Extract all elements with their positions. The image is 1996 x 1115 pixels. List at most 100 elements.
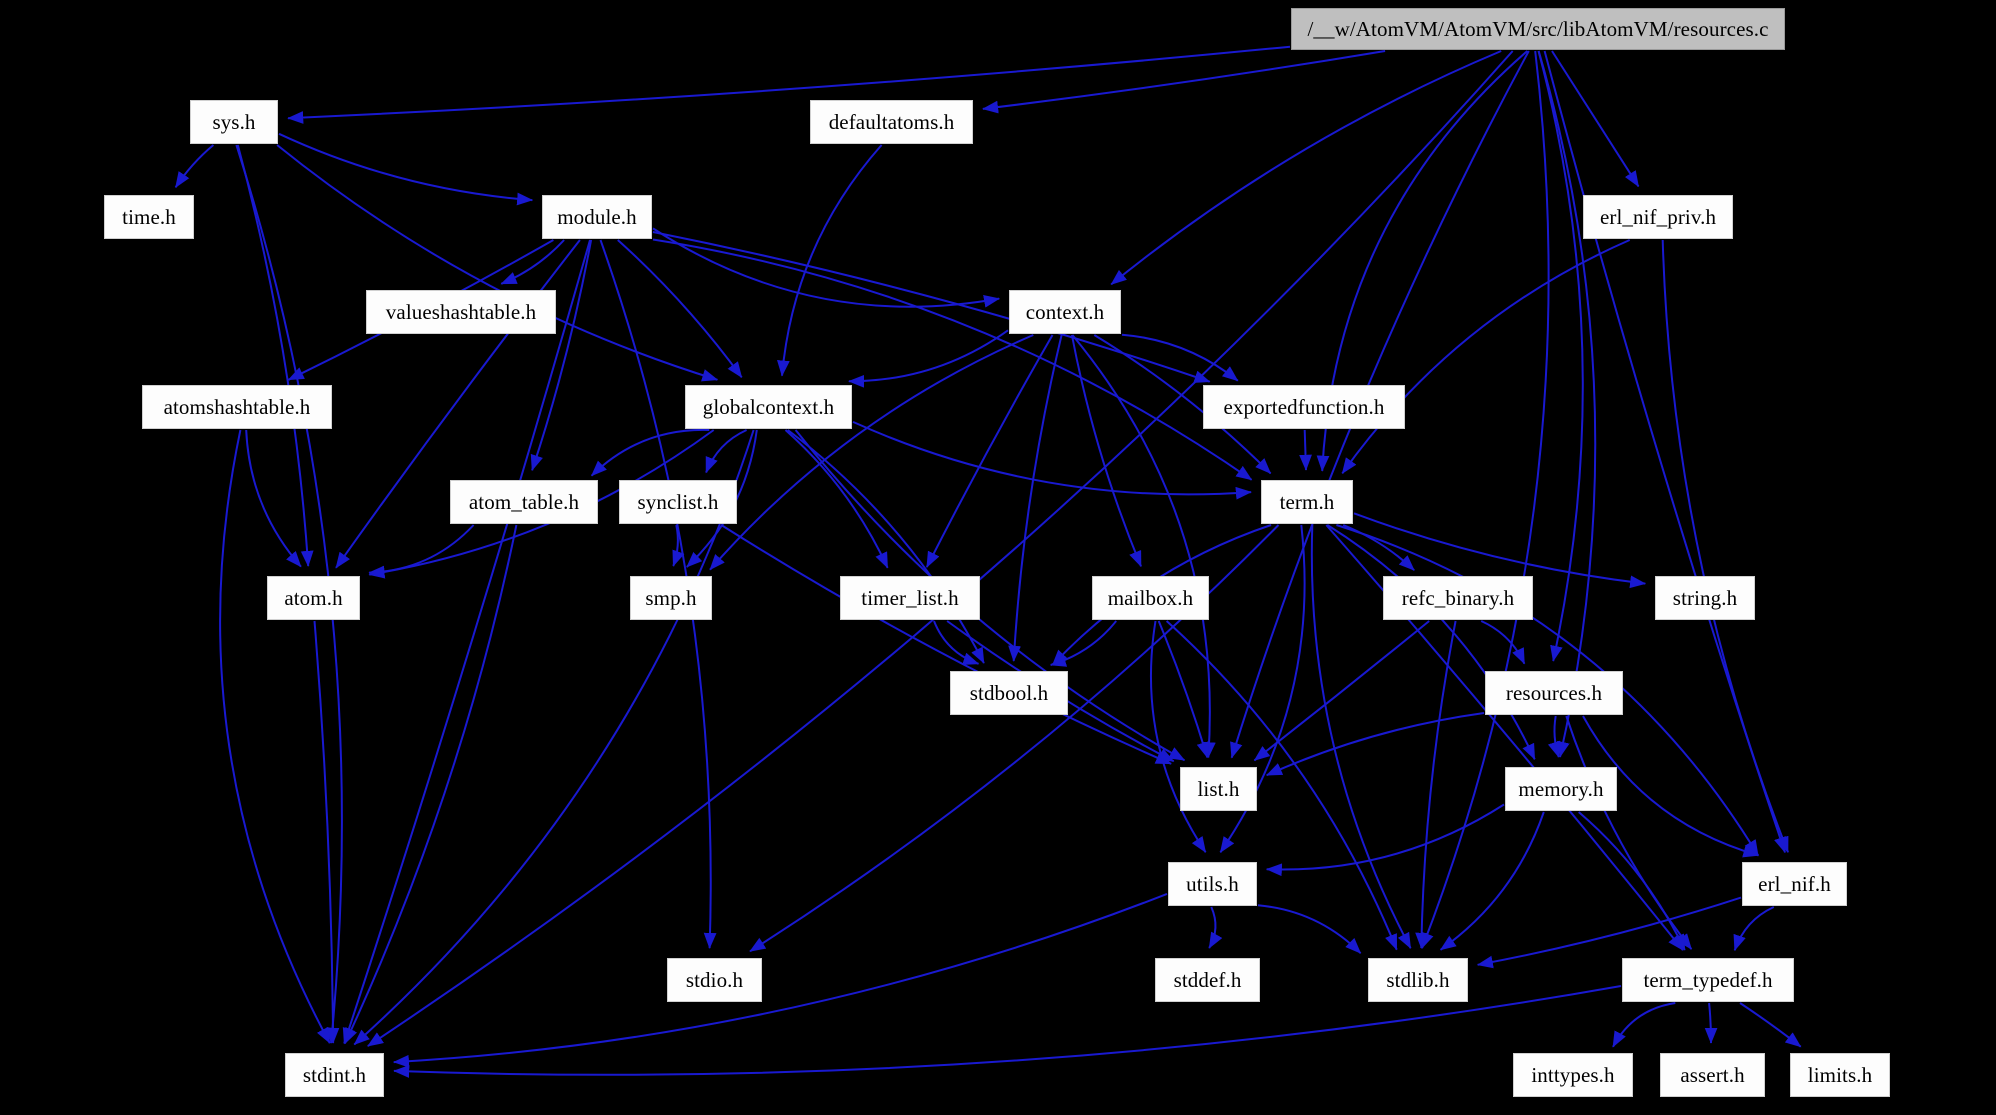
graph-node-time[interactable]: time.h bbox=[104, 195, 194, 239]
include-dependency-graph: /__w/AtomVM/AtomVM/src/libAtomVM/resourc… bbox=[0, 0, 1996, 1115]
graph-node-label: assert.h bbox=[1680, 1062, 1745, 1087]
graph-edge-memory-to-utils bbox=[1265, 803, 1505, 877]
graph-node-label: globalcontext.h bbox=[702, 394, 835, 419]
graph-edge-module-to-term bbox=[652, 238, 1253, 481]
graph-edge-root-to-stdlib bbox=[1421, 50, 1550, 949]
graph-node-label: atom.h bbox=[284, 585, 343, 610]
graph-node-label: string.h bbox=[1672, 585, 1738, 610]
graph-edge-context-to-mailbox bbox=[1070, 334, 1142, 568]
graph-node-label: limits.h bbox=[1807, 1062, 1873, 1087]
graph-edge-atom_table-to-stdint bbox=[343, 524, 518, 1045]
graph-node-label: /__w/AtomVM/AtomVM/src/libAtomVM/resourc… bbox=[1307, 16, 1769, 41]
graph-node-label: defaultatoms.h bbox=[828, 109, 955, 134]
graph-node-label: memory.h bbox=[1518, 776, 1604, 801]
graph-node-label: resources.h bbox=[1505, 680, 1603, 705]
graph-edge-globalcontext-to-atom_table bbox=[590, 428, 710, 477]
graph-edge-globalcontext-to-term bbox=[852, 420, 1252, 500]
graph-node-term_typedef[interactable]: term_typedef.h bbox=[1622, 958, 1794, 1002]
graph-node-string[interactable]: string.h bbox=[1655, 576, 1755, 620]
graph-node-memory[interactable]: memory.h bbox=[1505, 767, 1617, 811]
graph-edge-module-to-globalcontext bbox=[617, 239, 743, 378]
graph-edge-erl_nif-to-term_typedef bbox=[1733, 906, 1775, 952]
graph-node-label: module.h bbox=[557, 204, 637, 229]
graph-node-globalcontext[interactable]: globalcontext.h bbox=[685, 385, 852, 429]
graph-edge-term-to-refc_binary bbox=[1342, 524, 1415, 571]
graph-node-defaultatoms[interactable]: defaultatoms.h bbox=[810, 100, 973, 144]
graph-node-timer_list[interactable]: timer_list.h bbox=[840, 576, 980, 620]
graph-node-stdio[interactable]: stdio.h bbox=[667, 958, 762, 1002]
graph-node-erl_nif[interactable]: erl_nif.h bbox=[1742, 862, 1847, 906]
graph-node-assert[interactable]: assert.h bbox=[1660, 1053, 1765, 1097]
graph-edge-term_typedef-to-assert bbox=[1704, 1002, 1718, 1044]
graph-node-mailbox[interactable]: mailbox.h bbox=[1092, 576, 1209, 620]
graph-edge-resources-to-memory bbox=[1547, 715, 1561, 758]
graph-node-term[interactable]: term.h bbox=[1261, 480, 1353, 524]
graph-edge-atom-to-stdint bbox=[313, 620, 340, 1044]
graph-edge-atom_table-to-atom bbox=[368, 524, 475, 579]
graph-edge-globalcontext-to-stdbool bbox=[787, 429, 985, 664]
graph-node-utils[interactable]: utils.h bbox=[1168, 862, 1257, 906]
graph-node-stdlib[interactable]: stdlib.h bbox=[1368, 958, 1468, 1002]
graph-edge-module-to-exportedfunction bbox=[652, 231, 1211, 383]
graph-node-valueshashtable[interactable]: valueshashtable.h bbox=[366, 290, 556, 334]
graph-node-label: sys.h bbox=[212, 109, 256, 134]
graph-edge-sys-to-module bbox=[278, 132, 534, 206]
graph-edge-sys-to-time bbox=[174, 144, 215, 188]
graph-edge-erl_nif_priv-to-term bbox=[1341, 239, 1631, 474]
graph-node-label: utils.h bbox=[1186, 871, 1239, 896]
graph-node-list[interactable]: list.h bbox=[1180, 767, 1257, 811]
graph-node-resources[interactable]: resources.h bbox=[1485, 671, 1623, 715]
graph-edge-utils-to-stdlib bbox=[1257, 904, 1362, 954]
graph-edge-module-to-valueshashtable bbox=[500, 239, 565, 285]
graph-node-limits[interactable]: limits.h bbox=[1790, 1053, 1890, 1097]
graph-node-label: exportedfunction.h bbox=[1223, 394, 1385, 419]
graph-edge-resources-to-term_typedef bbox=[1565, 715, 1693, 950]
graph-edge-mailbox-to-utils bbox=[1150, 620, 1207, 853]
graph-node-stdbool[interactable]: stdbool.h bbox=[950, 671, 1068, 715]
graph-edge-root-to-memory bbox=[1537, 50, 1597, 758]
graph-node-root[interactable]: /__w/AtomVM/AtomVM/src/libAtomVM/resourc… bbox=[1291, 8, 1785, 50]
graph-node-label: erl_nif_priv.h bbox=[1599, 204, 1717, 229]
graph-node-module[interactable]: module.h bbox=[542, 195, 652, 239]
graph-node-refc_binary[interactable]: refc_binary.h bbox=[1383, 576, 1533, 620]
graph-edge-term_typedef-to-limits bbox=[1739, 1002, 1802, 1048]
graph-edge-globalcontext-to-synclist bbox=[705, 429, 748, 474]
graph-edge-refc_binary-to-resources bbox=[1480, 620, 1526, 665]
graph-edge-term_typedef-to-inttypes bbox=[1612, 1002, 1676, 1048]
graph-node-synclist[interactable]: synclist.h bbox=[619, 480, 737, 524]
graph-edge-context-to-list bbox=[1071, 334, 1216, 759]
graph-node-label: smp.h bbox=[645, 585, 697, 610]
graph-node-label: time.h bbox=[122, 204, 176, 229]
graph-edge-globalcontext-to-timer_list bbox=[784, 429, 889, 569]
graph-edge-memory-to-stdlib bbox=[1439, 811, 1545, 951]
graph-node-atom_table[interactable]: atom_table.h bbox=[450, 480, 598, 524]
graph-edge-mailbox-to-stdbool bbox=[1049, 620, 1117, 667]
graph-node-label: mailbox.h bbox=[1107, 585, 1194, 610]
graph-edge-atomshashtable-to-stdint bbox=[219, 429, 331, 1044]
graph-node-stdint[interactable]: stdint.h bbox=[285, 1053, 384, 1097]
graph-edge-timer_list-to-stdbool bbox=[933, 620, 980, 665]
graph-edge-exportedfunction-to-term bbox=[1299, 429, 1312, 471]
graph-node-label: stdbool.h bbox=[969, 680, 1049, 705]
graph-node-erl_nif_priv[interactable]: erl_nif_priv.h bbox=[1583, 195, 1733, 239]
graph-edge-root-to-resources bbox=[1537, 50, 1584, 662]
graph-node-inttypes[interactable]: inttypes.h bbox=[1513, 1053, 1633, 1097]
graph-edge-erl_nif_priv-to-erl_nif bbox=[1661, 239, 1789, 853]
graph-edge-root-to-context bbox=[1110, 50, 1502, 286]
graph-edge-root-to-erl_nif bbox=[1543, 50, 1787, 854]
graph-node-label: term.h bbox=[1279, 489, 1335, 514]
graph-edge-root-to-stdint bbox=[367, 50, 1514, 1047]
graph-edge-defaultatoms-to-globalcontext bbox=[776, 144, 883, 377]
graph-edge-context-to-timer_list bbox=[925, 334, 1054, 568]
graph-edge-module-to-context bbox=[652, 227, 1000, 308]
graph-node-exportedfunction[interactable]: exportedfunction.h bbox=[1203, 385, 1405, 429]
edge-group bbox=[174, 45, 1802, 1078]
graph-node-atomshashtable[interactable]: atomshashtable.h bbox=[142, 385, 332, 429]
graph-node-label: timer_list.h bbox=[861, 585, 959, 610]
graph-node-context[interactable]: context.h bbox=[1009, 290, 1121, 334]
graph-node-smp[interactable]: smp.h bbox=[630, 576, 712, 620]
graph-node-sys[interactable]: sys.h bbox=[190, 100, 278, 144]
graph-node-stddef[interactable]: stddef.h bbox=[1155, 958, 1260, 1002]
graph-edge-sys-to-atom bbox=[236, 144, 314, 567]
graph-node-atom[interactable]: atom.h bbox=[267, 576, 360, 620]
